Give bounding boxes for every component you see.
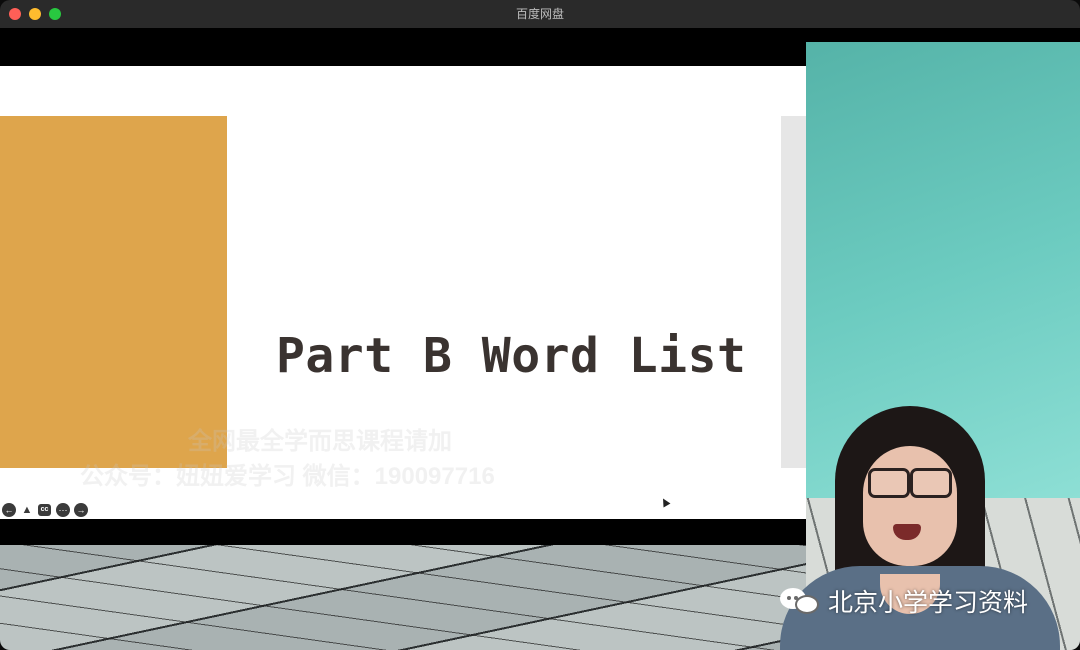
brand-overlay: 北京小学学习资料 xyxy=(780,583,1028,619)
slide-bottom-bar xyxy=(0,519,806,544)
presentation-slide: Part B Word List 全网最全学而思课程请加 公众号：妞妞爱学习 微… xyxy=(0,66,806,519)
cc-icon[interactable]: cc xyxy=(38,504,51,516)
more-icon[interactable]: ⋯ xyxy=(56,503,70,517)
watermark-line-2: 公众号：妞妞爱学习 微信：190097716 xyxy=(80,463,495,490)
window-title: 百度网盘 xyxy=(515,7,564,21)
presenter-face xyxy=(863,446,957,566)
video-player[interactable]: Part B Word List 全网最全学而思课程请加 公众号：妞妞爱学习 微… xyxy=(0,28,1080,650)
app-window: 百度网盘 Part B Word List 全网最全学而思课程请加 公众号：妞妞… xyxy=(0,0,1080,650)
glasses-icon xyxy=(868,468,910,498)
wechat-icon xyxy=(780,586,822,616)
title-bar: 百度网盘 xyxy=(0,0,1080,29)
brand-text: 北京小学学习资料 xyxy=(828,589,1029,617)
arrow-right-icon[interactable]: → xyxy=(74,503,88,517)
mouse-cursor-icon xyxy=(659,496,671,508)
orange-block xyxy=(0,116,227,468)
glasses-icon xyxy=(910,468,952,498)
slide-title: Part B Word List xyxy=(276,328,747,384)
watermark-line-1: 全网最全学而思课程请加 xyxy=(188,428,452,455)
arrow-left-icon[interactable]: ← xyxy=(2,503,16,517)
user-icon[interactable]: ▲ xyxy=(20,503,34,517)
